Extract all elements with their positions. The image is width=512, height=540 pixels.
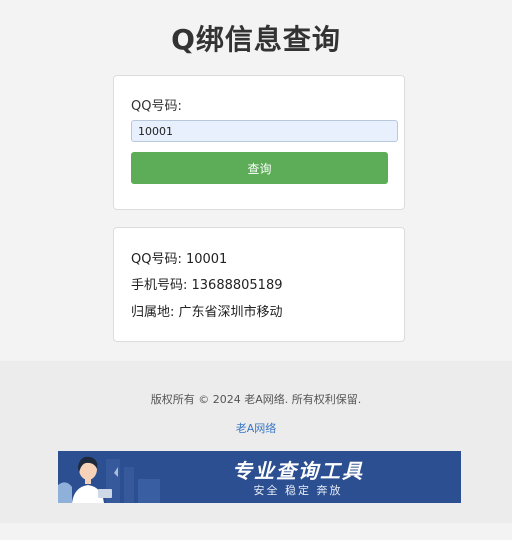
qq-number-input[interactable] bbox=[131, 120, 398, 142]
qq-number-label: QQ号码: bbox=[131, 99, 182, 114]
result-card: QQ号码: 10001 手机号码: 13688805189 归属地: 广东省深圳… bbox=[113, 227, 405, 342]
query-form-card: QQ号码: 查询 bbox=[113, 75, 405, 210]
promo-banner[interactable]: 专业查询工具 安全 稳定 奔放 bbox=[58, 451, 461, 503]
page: Q绑信息查询 QQ号码: 查询 QQ号码: 10001 手机号码: 136888… bbox=[0, 0, 512, 540]
page-title: Q绑信息查询 bbox=[171, 23, 341, 56]
banner-headline: 专业查询工具 bbox=[232, 459, 364, 483]
footer: 版权所有 © 2024 老A网络. 所有权利保留. 老A网络 专业查询工具 安全… bbox=[0, 361, 512, 523]
result-qq-number: QQ号码: 10001 bbox=[131, 252, 228, 267]
banner-subtitle: 安全 稳定 奔放 bbox=[253, 484, 343, 497]
result-location: 归属地: 广东省深圳市移动 bbox=[131, 305, 283, 320]
copyright-text: 版权所有 © 2024 老A网络. 所有权利保留. bbox=[150, 393, 362, 406]
query-button[interactable]: 查询 bbox=[131, 152, 388, 184]
footer-site-link[interactable]: 老A网络 bbox=[0, 420, 512, 436]
person-illustration-icon bbox=[58, 451, 198, 503]
result-phone-number: 手机号码: 13688805189 bbox=[131, 278, 283, 293]
